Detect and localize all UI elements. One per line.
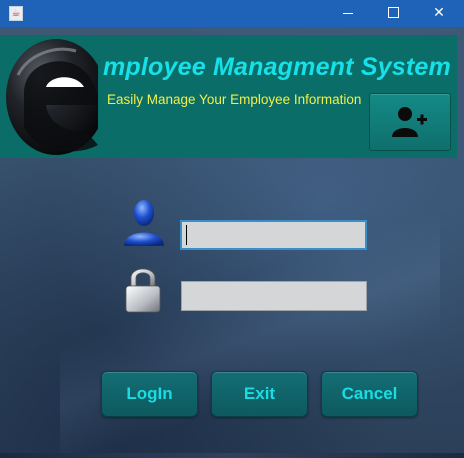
java-app-icon: ☕	[9, 6, 23, 21]
password-input[interactable]	[181, 281, 367, 311]
add-user-button[interactable]	[369, 93, 451, 151]
username-input[interactable]	[180, 220, 367, 250]
maximize-icon	[387, 6, 399, 18]
bottom-edge	[0, 453, 464, 458]
title-bar: ☕ ✕	[0, 0, 464, 27]
user-icon	[124, 200, 164, 246]
app-subtitle: Easily Manage Your Employee Information	[107, 92, 362, 107]
minimize-icon	[343, 12, 353, 14]
close-button[interactable]: ✕	[416, 0, 462, 27]
login-button[interactable]: LogIn	[101, 371, 198, 417]
maximize-button[interactable]	[370, 0, 416, 27]
exit-button[interactable]: Exit	[211, 371, 308, 417]
header-banner: mployee Managment System Easily Manage Y…	[0, 35, 457, 158]
app-logo	[6, 39, 98, 155]
login-panel: mployee Managment System Easily Manage Y…	[0, 27, 464, 458]
close-icon: ✕	[433, 5, 445, 21]
app-title: mployee Managment System	[103, 53, 451, 81]
add-user-icon	[392, 107, 427, 137]
minimize-button[interactable]	[325, 0, 371, 27]
text-caret	[186, 225, 187, 245]
cancel-button[interactable]: Cancel	[321, 371, 418, 417]
lock-icon	[125, 268, 161, 313]
